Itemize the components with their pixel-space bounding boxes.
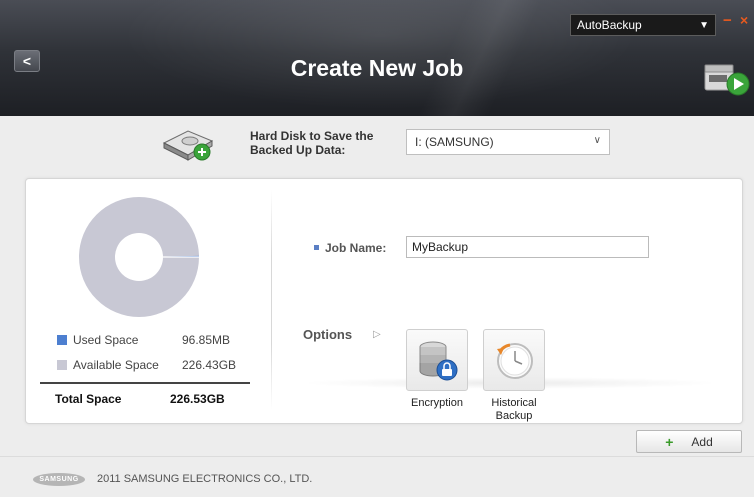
history-clock-icon xyxy=(497,343,533,379)
hard-disk-value: I: (SAMSUNG) xyxy=(415,135,494,149)
total-value: 226.53GB xyxy=(170,392,225,406)
database-lock-icon xyxy=(419,341,458,381)
close-button[interactable]: × xyxy=(740,12,748,28)
job-name-label-text: Job Name: xyxy=(325,241,387,255)
legend-used: Used Space xyxy=(57,333,138,347)
encryption-option-button[interactable] xyxy=(406,329,468,391)
add-button-label: Add xyxy=(691,434,713,449)
panel-divider xyxy=(271,190,272,410)
hard-disk-add-icon xyxy=(162,130,214,161)
autobackup-icon xyxy=(704,64,750,96)
storage-donut-chart xyxy=(79,197,199,317)
job-name-label: Job Name: xyxy=(314,241,386,255)
copyright-text: 2011 SAMSUNG ELECTRONICS CO., LTD. xyxy=(97,473,313,485)
chevron-down-icon: ▼ xyxy=(699,19,709,31)
options-label: Options xyxy=(303,327,353,342)
chevron-down-icon: ∨ xyxy=(593,135,601,146)
available-swatch xyxy=(57,360,67,370)
app-selector-value: AutoBackup xyxy=(577,18,642,32)
options-expand-icon[interactable]: ▷ xyxy=(373,329,381,340)
hard-disk-dropdown[interactable]: I: (SAMSUNG) ∨ xyxy=(406,129,610,155)
samsung-logo: SAMSUNG xyxy=(33,473,85,486)
total-label: Total Space xyxy=(55,392,122,406)
minimize-button[interactable]: − xyxy=(723,12,732,29)
used-label: Used Space xyxy=(73,333,139,347)
historical-backup-option-label: Historical Backup xyxy=(491,397,537,422)
footer-divider xyxy=(0,456,754,457)
legend-available: Available Space xyxy=(57,358,159,372)
plus-icon: + xyxy=(665,433,674,450)
used-value: 96.85MB xyxy=(182,333,231,347)
hard-disk-label: Hard Disk to Save the Backed Up Data: xyxy=(250,129,374,157)
page-title: Create New Job xyxy=(290,55,464,81)
used-swatch xyxy=(57,335,67,345)
samsung-logo-text: SAMSUNG xyxy=(39,476,79,483)
app-selector-dropdown[interactable]: AutoBackup ▼ xyxy=(570,14,716,36)
available-label: Available Space xyxy=(73,358,159,372)
job-name-input[interactable] xyxy=(406,236,649,258)
donut-hole xyxy=(115,233,163,281)
available-value: 226.43GB xyxy=(182,358,237,372)
historical-backup-option-button[interactable] xyxy=(483,329,545,391)
add-button[interactable]: + Add xyxy=(636,430,742,453)
total-separator xyxy=(40,382,250,384)
encryption-option-label: Encryption xyxy=(411,397,463,409)
bullet-icon xyxy=(314,245,319,250)
